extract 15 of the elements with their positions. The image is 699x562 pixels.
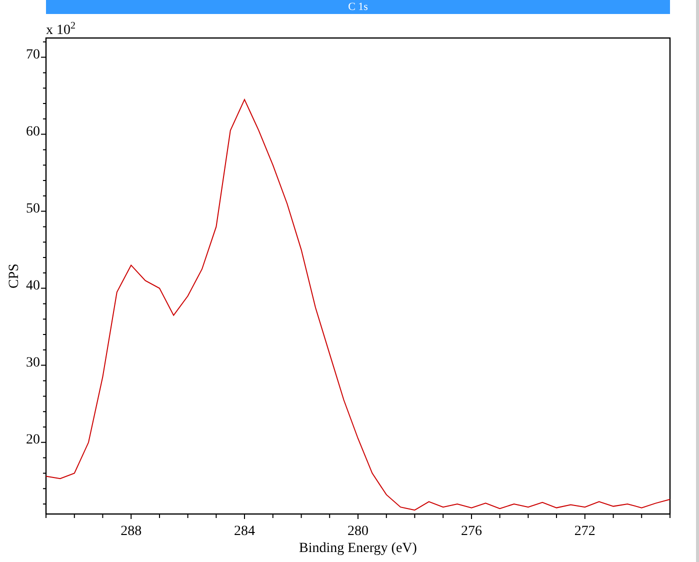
- tick-label: 280: [348, 524, 368, 539]
- tick-label: 40: [26, 278, 40, 294]
- tick-label: 288: [120, 524, 142, 539]
- x-axis-label: Binding Energy (eV): [299, 541, 417, 556]
- axis-multiplier: x 10$^{2}$: [46, 22, 76, 38]
- tick-label: 60: [26, 124, 40, 140]
- tick-label: 284: [234, 524, 256, 539]
- tick-label: 30: [26, 355, 40, 370]
- tick-label: 272: [574, 524, 596, 539]
- tick-label: 50: [26, 201, 40, 216]
- tick-label: 276: [460, 524, 482, 539]
- chart-title: C 1s: [46, 0, 670, 14]
- y-axis-label: CPS: [7, 264, 22, 288]
- tick-label: 20: [26, 432, 40, 448]
- tick-label: 70: [26, 47, 40, 62]
